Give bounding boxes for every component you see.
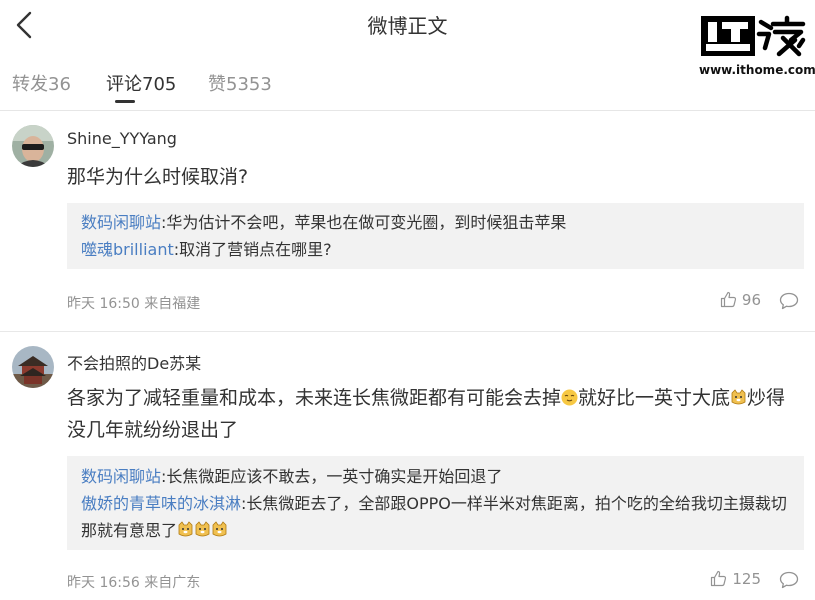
comment-meta: 昨天 16:56 来自广东 [67, 572, 200, 592]
like-button[interactable]: 125 [710, 570, 761, 588]
reply-text: :华为估计不会吧，苹果也在做可变光圈，到时候狙击苹果 [161, 213, 567, 232]
doge-emoji-icon [195, 521, 210, 537]
like-button[interactable]: 96 [720, 291, 761, 309]
like-count: 125 [732, 570, 761, 588]
page-title: 微博正文 [367, 14, 448, 38]
reply-text: :取消了营销点在哪里? [173, 240, 332, 259]
comment-item: 不会拍照的De苏某 各家为了减轻重量和成本，未来连长焦微距都有可能会去掉 就好比一… [0, 332, 815, 600]
comment-username[interactable]: Shine_YYYang [67, 129, 177, 148]
reply-username[interactable]: 噬魂brilliant [81, 240, 174, 259]
comment-text: 那华为什么时候取消? [67, 166, 249, 188]
top-bar: 微博正文 [0, 0, 815, 52]
tab-active-indicator [115, 100, 135, 103]
reply-item: 数码闲聊站:华为估计不会吧，苹果也在做可变光圈，到时候狙击苹果 [81, 209, 790, 236]
thumbs-up-icon [720, 291, 736, 308]
doge-emoji-icon [178, 521, 193, 537]
reply-username[interactable]: 数码闲聊站 [81, 467, 161, 486]
comment-username[interactable]: 不会拍照的De苏某 [67, 350, 201, 374]
ithome-logo-icon [701, 15, 806, 57]
tab-comments[interactable]: 评论705 [106, 70, 176, 96]
comment-reply-icon[interactable] [779, 292, 799, 310]
comment-item: Shine_YYYang 那华为什么时候取消? 数码闲聊站:华为估计不会吧，苹果… [0, 111, 815, 331]
reply-item: 数码闲聊站:长焦微距应该不敢去，一英寸确实是开始回退了 [81, 463, 790, 490]
like-count: 96 [741, 291, 761, 309]
tab-likes[interactable]: 赞5353 [208, 70, 272, 96]
comment-text-part: 各家为了减轻重量和成本，未来连长焦微距都有可能会去掉 [67, 387, 562, 409]
comment-text: 各家为了减轻重量和成本，未来连长焦微距都有可能会去掉 就好比一英寸大底 炒得没几年就… [67, 382, 795, 446]
comment-reply-icon[interactable] [779, 571, 799, 589]
comment-time: 昨天 16:56 [67, 575, 140, 591]
reply-item: 傲娇的青草味的冰淇淋:长焦微距去了，全部跟OPPO一样半米对焦距离，拍个吃的全给… [81, 490, 790, 544]
reply-box[interactable]: 数码闲聊站:长焦微距应该不敢去，一英寸确实是开始回退了 傲娇的青草味的冰淇淋:长… [67, 456, 804, 550]
reply-item: 噬魂brilliant:取消了营销点在哪里? [81, 236, 790, 263]
tab-bar: 转发36 评论705 赞5353 [0, 62, 815, 111]
thumbs-up-icon [711, 570, 727, 587]
reply-username[interactable]: 傲娇的青草味的冰淇淋 [81, 494, 241, 513]
comment-text-part: 就好比一英寸大底 [578, 387, 731, 409]
comment-meta: 昨天 16:50 来自福建 [67, 293, 200, 313]
comment-source: 来自广东 [144, 575, 201, 591]
reply-username[interactable]: 数码闲聊站 [81, 213, 161, 232]
reply-box[interactable]: 数码闲聊站:华为估计不会吧，苹果也在做可变光圈，到时候狙击苹果 噬魂brilli… [67, 203, 804, 269]
tab-reposts[interactable]: 转发36 [12, 70, 71, 96]
comment-source: 来自福建 [144, 296, 201, 312]
avatar[interactable] [12, 346, 54, 388]
avatar[interactable] [12, 125, 54, 167]
reply-text: :长焦微距应该不敢去，一英寸确实是开始回退了 [161, 467, 503, 486]
comment-time: 昨天 16:50 [67, 296, 140, 312]
hehe-emoji-icon [561, 389, 578, 406]
doge-emoji-icon [212, 521, 227, 537]
doge-emoji-icon [731, 389, 746, 405]
